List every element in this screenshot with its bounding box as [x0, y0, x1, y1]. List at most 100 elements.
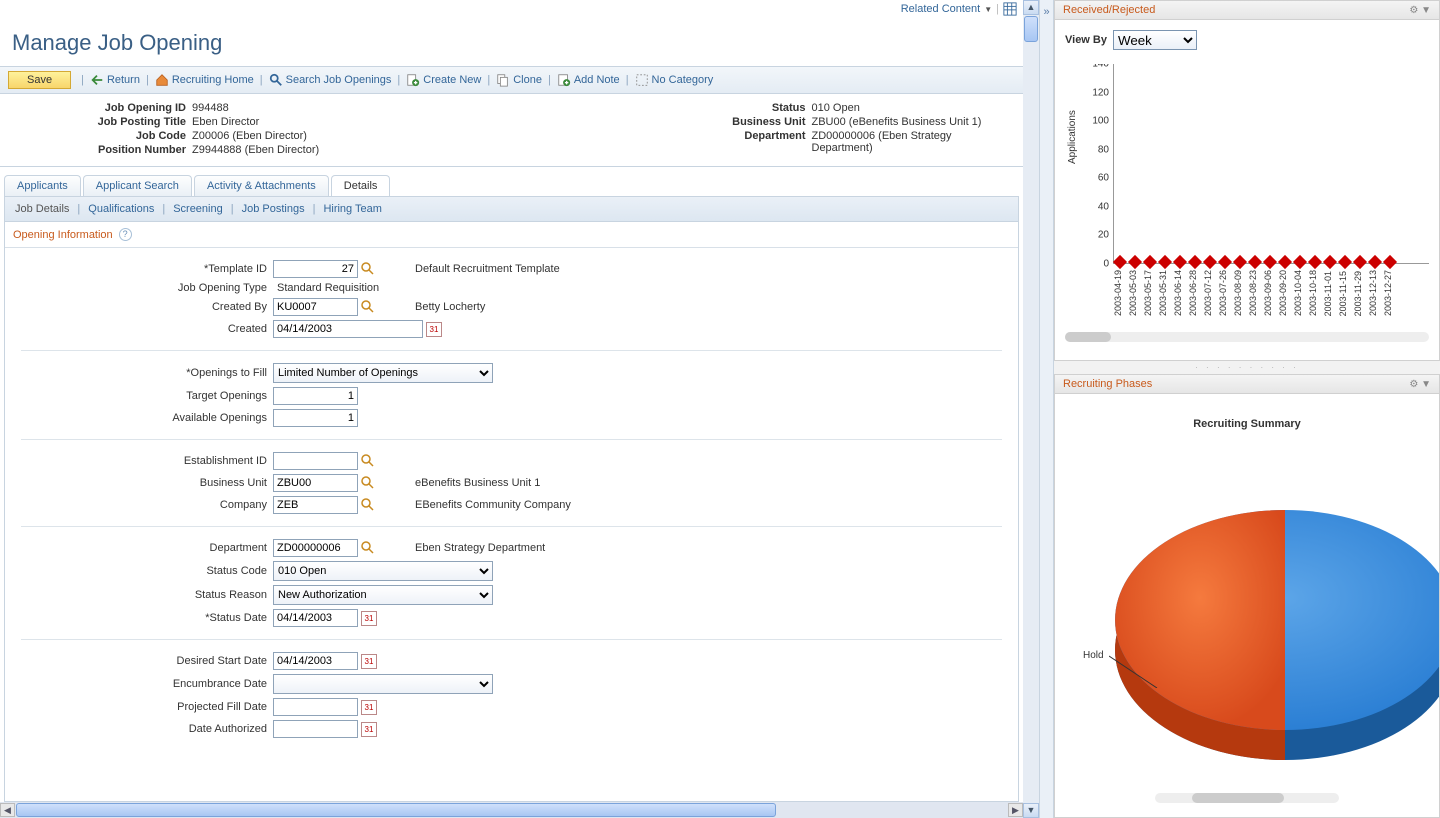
sub-tabs: Job Details| Qualifications| Screening| … — [4, 196, 1019, 222]
gear-icon[interactable]: ⚙ ▼ — [1409, 379, 1431, 390]
view-by-label: View By — [1065, 34, 1107, 46]
position-number-label: Position Number — [12, 144, 192, 156]
lookup-icon[interactable] — [361, 541, 375, 555]
scroll-up-arrow[interactable]: ▲ — [1023, 0, 1039, 15]
projected-fill-input[interactable] — [273, 698, 358, 716]
subtab-screening[interactable]: Screening — [173, 203, 223, 215]
return-arrow-icon — [90, 73, 104, 87]
chart1-ylabel: Applications — [1067, 110, 1078, 164]
main-vertical-scrollbar[interactable]: ▲ ▼ — [1023, 0, 1039, 818]
job-header-info: Job Opening ID994488 Job Posting TitleEb… — [0, 94, 1023, 167]
panel1-title: Received/Rejected — [1063, 4, 1155, 16]
create-new-link[interactable]: Create New — [406, 73, 481, 87]
scroll-right-arrow[interactable]: ▶ — [1008, 803, 1023, 817]
calendar-icon[interactable]: 31 — [361, 654, 377, 669]
no-category-link[interactable]: No Category — [635, 73, 714, 87]
panel-resize-handle[interactable]: · · · · · · · · · · — [1054, 361, 1440, 374]
created-by-label: Created By — [13, 301, 273, 313]
tab-details[interactable]: Details — [331, 175, 391, 196]
calendar-icon[interactable]: 31 — [361, 611, 377, 626]
lookup-icon[interactable] — [361, 476, 375, 490]
chart1-hscroll[interactable] — [1065, 332, 1429, 342]
status-reason-label: Status Reason — [13, 589, 273, 601]
establishment-id-input[interactable] — [273, 452, 358, 470]
view-by-select[interactable]: Week — [1113, 30, 1197, 50]
job-code-label: Job Code — [12, 130, 192, 142]
collapse-panel-icon[interactable]: » — [1043, 6, 1049, 18]
calendar-icon[interactable]: 31 — [361, 700, 377, 715]
job-opening-type-value: Standard Requisition — [273, 282, 379, 294]
scroll-left-arrow[interactable]: ◀ — [0, 803, 15, 817]
status-date-input[interactable] — [273, 609, 358, 627]
created-by-input[interactable] — [273, 298, 358, 316]
recruiting-summary-pie: Hold — [1065, 440, 1429, 800]
lookup-icon[interactable] — [361, 498, 375, 512]
company-desc: EBenefits Community Company — [415, 499, 571, 511]
business-unit-value: ZBU00 (eBenefits Business Unit 1) — [812, 116, 1012, 128]
desired-start-label: Desired Start Date — [13, 655, 273, 667]
add-note-link[interactable]: Add Note — [557, 73, 620, 87]
position-number-value: Z9944888 (Eben Director) — [192, 144, 512, 156]
created-input[interactable] — [273, 320, 423, 338]
available-openings-label: Available Openings — [13, 412, 273, 424]
status-code-select[interactable]: 010 Open — [273, 561, 493, 581]
template-id-input[interactable] — [273, 260, 358, 278]
job-code-value: Z00006 (Eben Director) — [192, 130, 512, 142]
department-desc: Eben Strategy Department — [415, 542, 545, 554]
job-posting-title-label: Job Posting Title — [12, 116, 192, 128]
business-unit-form-label: Business Unit — [13, 477, 273, 489]
panel2-title: Recruiting Phases — [1063, 378, 1152, 390]
calendar-icon[interactable]: 31 — [426, 322, 442, 337]
category-icon — [635, 73, 649, 87]
horizontal-scrollbar[interactable]: ◀ ▶ — [0, 802, 1023, 818]
main-tabs: Applicants Applicant Search Activity & A… — [0, 167, 1023, 196]
desired-start-input[interactable] — [273, 652, 358, 670]
tab-applicant-search[interactable]: Applicant Search — [83, 175, 192, 196]
target-openings-input[interactable] — [273, 387, 358, 405]
home-icon — [155, 73, 169, 87]
subtab-job-details[interactable]: Job Details — [15, 203, 69, 215]
scroll-thumb[interactable] — [1024, 16, 1038, 42]
subtab-qualifications[interactable]: Qualifications — [88, 203, 154, 215]
available-openings-input[interactable] — [273, 409, 358, 427]
help-icon[interactable]: ? — [119, 228, 132, 241]
gear-icon[interactable]: ⚙ ▼ — [1409, 5, 1431, 16]
return-link[interactable]: Return — [90, 73, 140, 87]
save-button[interactable]: Save — [8, 71, 71, 89]
date-authorized-input[interactable] — [273, 720, 358, 738]
status-value: 010 Open — [812, 102, 1012, 114]
department-input[interactable] — [273, 539, 358, 557]
hscroll-thumb[interactable] — [16, 803, 776, 817]
chart2-hscroll[interactable] — [1155, 793, 1339, 803]
encumbrance-label: Encumbrance Date — [13, 678, 273, 690]
encumbrance-select[interactable] — [273, 674, 493, 694]
calendar-icon[interactable]: 31 — [361, 722, 377, 737]
tab-activity-attachments[interactable]: Activity & Attachments — [194, 175, 329, 196]
status-reason-select[interactable]: New Authorization — [273, 585, 493, 605]
date-authorized-label: Date Authorized — [13, 723, 273, 735]
search-icon — [269, 73, 283, 87]
grid-icon[interactable] — [1003, 2, 1017, 16]
openings-to-fill-select[interactable]: Limited Number of Openings — [273, 363, 493, 383]
create-new-icon — [406, 73, 420, 87]
clone-link[interactable]: Clone — [496, 73, 542, 87]
chevron-down-icon[interactable]: ▼ — [984, 5, 992, 14]
business-unit-input[interactable] — [273, 474, 358, 492]
scroll-down-arrow[interactable]: ▼ — [1023, 803, 1039, 818]
business-unit-label: Business Unit — [512, 116, 812, 128]
recruiting-home-link[interactable]: Recruiting Home — [155, 73, 254, 87]
job-opening-id-value: 994488 — [192, 102, 512, 114]
department-label: Department — [512, 130, 812, 154]
establishment-id-label: Establishment ID — [13, 455, 273, 467]
lookup-icon[interactable] — [361, 454, 375, 468]
subtab-job-postings[interactable]: Job Postings — [242, 203, 305, 215]
company-input[interactable] — [273, 496, 358, 514]
subtab-hiring-team[interactable]: Hiring Team — [323, 203, 382, 215]
tab-applicants[interactable]: Applicants — [4, 175, 81, 196]
related-content-link[interactable]: Related Content — [901, 3, 981, 15]
status-date-label: *Status Date — [13, 612, 273, 624]
search-job-openings-link[interactable]: Search Job Openings — [269, 73, 392, 87]
chart1-plot-area — [1113, 64, 1429, 264]
lookup-icon[interactable] — [361, 262, 375, 276]
lookup-icon[interactable] — [361, 300, 375, 314]
